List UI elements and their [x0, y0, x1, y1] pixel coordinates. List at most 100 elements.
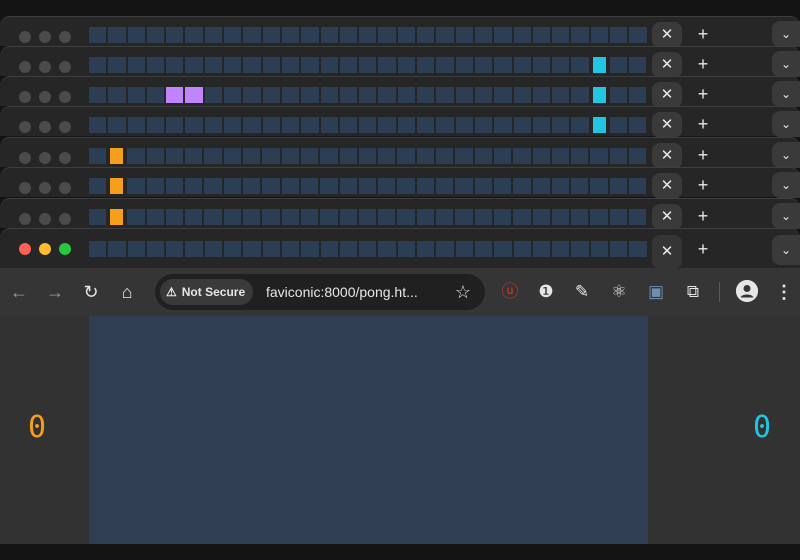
tab-favicon[interactable] — [590, 148, 608, 164]
tab-favicon[interactable] — [610, 27, 628, 43]
tab-favicon[interactable] — [146, 117, 165, 133]
tab-favicon[interactable] — [532, 57, 551, 73]
tab-favicon[interactable] — [185, 148, 203, 164]
tab-favicon[interactable] — [494, 117, 512, 133]
browser-menu-icon[interactable]: ⋮ — [772, 280, 796, 304]
tab-favicon[interactable] — [513, 148, 531, 164]
tab-favicon[interactable] — [629, 87, 647, 103]
tab-favicon-lit[interactable] — [185, 87, 203, 103]
tab-favicon[interactable] — [474, 57, 493, 73]
tab-favicon[interactable] — [455, 87, 473, 103]
tab-favicon[interactable] — [552, 241, 570, 257]
tab-favicon[interactable] — [339, 241, 358, 257]
tab-favicon[interactable] — [436, 87, 454, 103]
window-close-button[interactable] — [19, 182, 31, 194]
tab-favicon[interactable] — [590, 178, 608, 194]
tab-favicon[interactable] — [243, 87, 261, 103]
tab-favicon[interactable] — [494, 57, 512, 73]
tab-favicon[interactable] — [532, 178, 550, 194]
tab-favicon[interactable] — [243, 178, 261, 194]
tab-favicon[interactable] — [571, 241, 589, 257]
tab-favicon[interactable] — [165, 209, 184, 225]
tab-favicon[interactable] — [609, 178, 628, 194]
tab-favicon[interactable] — [320, 241, 338, 257]
tab-favicon[interactable] — [532, 87, 551, 103]
tab-favicon[interactable] — [127, 209, 145, 225]
tab-favicon[interactable] — [339, 87, 358, 103]
tab-favicon[interactable] — [243, 209, 261, 225]
window-min-button[interactable] — [39, 243, 51, 255]
tab-favicon[interactable] — [89, 57, 107, 73]
window-max-button[interactable] — [59, 121, 71, 133]
tab-favicon[interactable] — [301, 241, 319, 257]
window-min-button[interactable] — [39, 31, 51, 43]
window-max-button[interactable] — [59, 31, 71, 43]
window-max-button[interactable] — [59, 91, 71, 103]
tab-favicon[interactable] — [609, 148, 628, 164]
tab-favicon-lit[interactable] — [592, 117, 606, 133]
tab-favicon[interactable] — [552, 87, 570, 103]
plus-icon[interactable]: + — [692, 113, 714, 135]
tab-favicon[interactable] — [146, 57, 165, 73]
tab-favicon[interactable] — [320, 57, 338, 73]
tab-favicon[interactable] — [300, 148, 319, 164]
tab-favicon[interactable] — [493, 148, 512, 164]
tab-favicon[interactable] — [301, 27, 319, 43]
tab-favicon[interactable] — [359, 117, 377, 133]
forward-button[interactable]: → — [42, 279, 68, 305]
tab-favicon[interactable] — [262, 27, 280, 43]
tab-favicon[interactable] — [551, 148, 570, 164]
tab-favicon[interactable] — [166, 117, 184, 133]
tab-favicon[interactable] — [474, 27, 493, 43]
tab-favicon[interactable] — [108, 241, 126, 257]
tab-favicon[interactable] — [629, 27, 647, 43]
tab-favicon[interactable] — [571, 209, 589, 225]
tab-favicon[interactable] — [416, 209, 435, 225]
tab-favicon[interactable] — [455, 178, 473, 194]
tab-favicon[interactable] — [378, 241, 396, 257]
tab-favicon[interactable] — [629, 178, 647, 194]
tab-favicon[interactable] — [89, 148, 107, 164]
tab-favicon[interactable] — [436, 117, 454, 133]
tab-favicon[interactable] — [493, 209, 512, 225]
tab-favicon[interactable] — [417, 57, 435, 73]
window-max-button[interactable] — [59, 243, 71, 255]
tab-favicon[interactable] — [185, 209, 203, 225]
chevron-down-icon[interactable]: ⌄ — [772, 142, 800, 168]
window-min-button[interactable] — [39, 182, 51, 194]
tab-favicon[interactable] — [243, 241, 261, 257]
tab-favicon[interactable] — [339, 27, 358, 43]
tab-favicon[interactable] — [127, 117, 145, 133]
tab-favicon[interactable] — [397, 209, 415, 225]
extensions-puzzle-icon[interactable]: ⧉ — [681, 280, 705, 304]
tab-favicon[interactable] — [224, 87, 242, 103]
tab-favicon[interactable] — [89, 87, 107, 103]
tab-favicon[interactable] — [571, 87, 589, 103]
tab-favicon[interactable] — [571, 57, 589, 73]
tab-favicon[interactable] — [224, 57, 242, 73]
tab-favicon[interactable] — [494, 27, 512, 43]
tab-favicon[interactable] — [436, 241, 454, 257]
tab-favicon[interactable] — [397, 241, 416, 257]
tab-favicon-lit[interactable] — [110, 178, 124, 194]
plus-icon[interactable]: + — [692, 174, 714, 196]
tab-favicon[interactable] — [417, 87, 435, 103]
tab-favicon[interactable] — [320, 178, 338, 194]
tab-favicon[interactable] — [262, 117, 280, 133]
tab-favicon[interactable] — [609, 57, 628, 73]
tab-favicon[interactable] — [436, 209, 454, 225]
window-min-button[interactable] — [39, 91, 51, 103]
tab-favicon[interactable] — [108, 87, 126, 103]
tab-favicon[interactable] — [127, 178, 145, 194]
tab-favicon[interactable] — [455, 241, 473, 257]
tab-favicon[interactable] — [629, 209, 647, 225]
tab-favicon[interactable] — [358, 148, 377, 164]
window-close-button[interactable] — [19, 243, 31, 255]
tab-favicon[interactable] — [532, 27, 551, 43]
tab-favicon[interactable] — [609, 209, 628, 225]
tab-favicon[interactable] — [89, 209, 107, 225]
tab-favicon[interactable] — [339, 178, 357, 194]
tab-favicon[interactable] — [378, 178, 396, 194]
tab-favicon[interactable] — [455, 209, 473, 225]
close-icon[interactable]: ✕ — [652, 204, 682, 230]
